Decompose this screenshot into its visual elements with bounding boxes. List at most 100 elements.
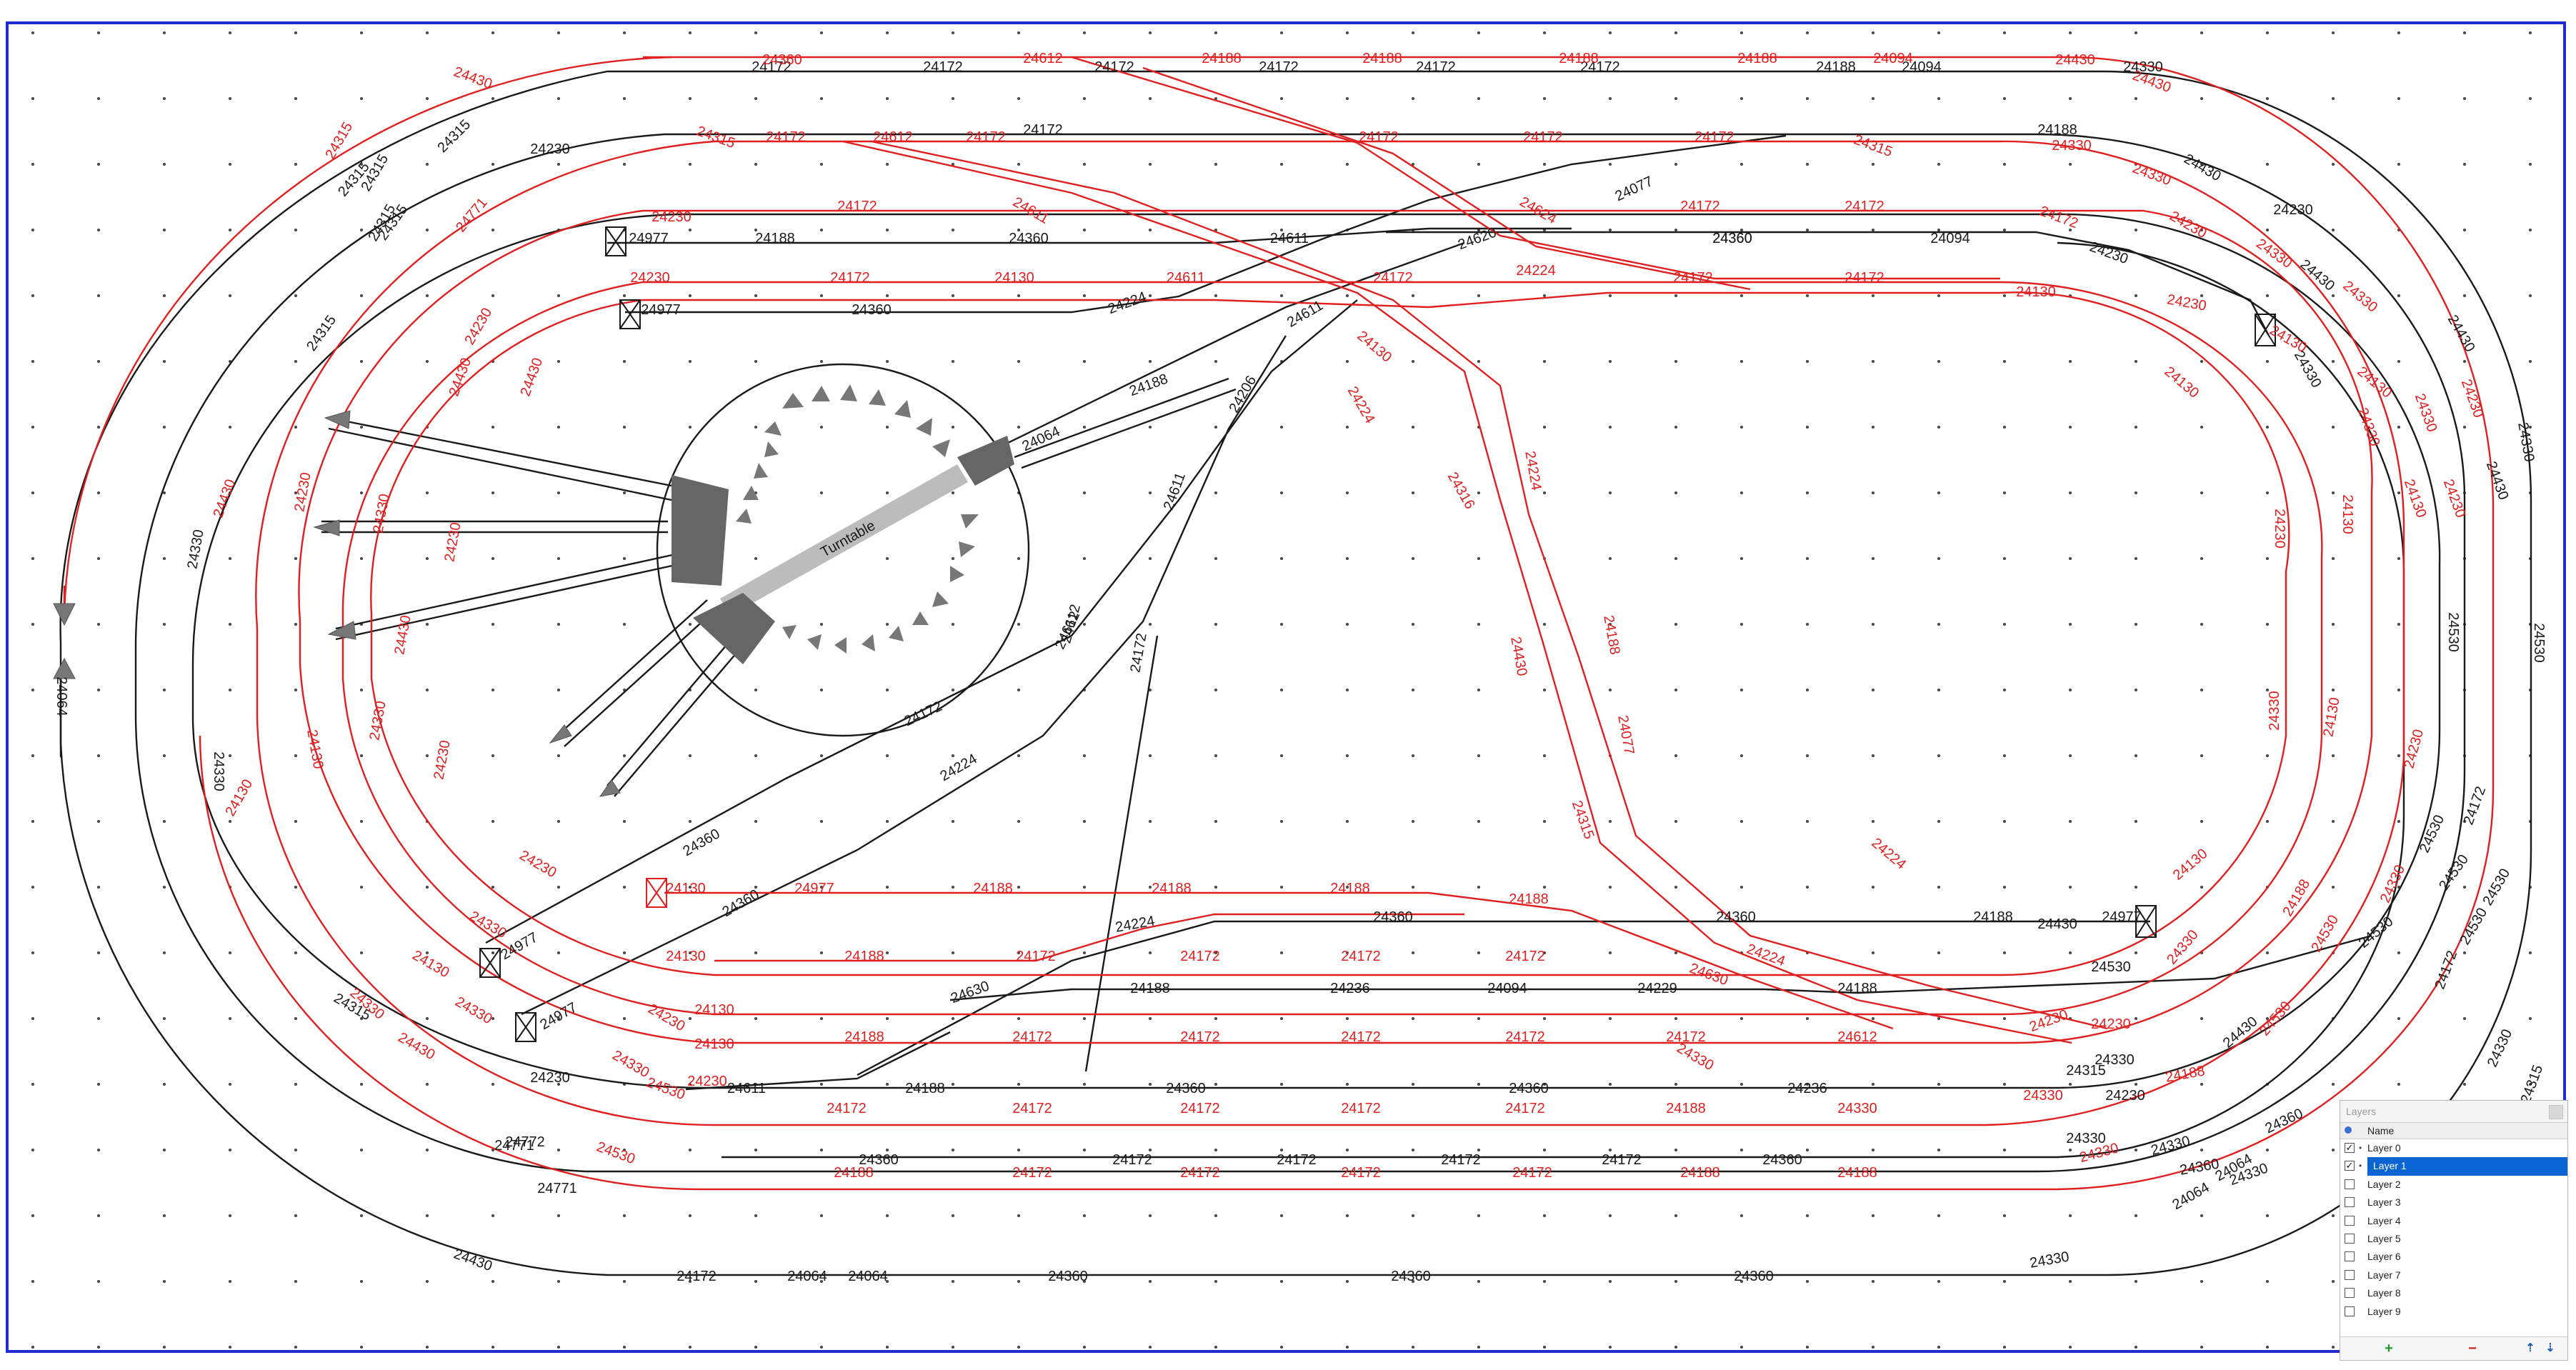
track-layout-canvas[interactable]: Turntable 24172 24172 24172 24172 24172 24172…: [0, 0, 2576, 1370]
track-section-label: 24224: [1516, 263, 1556, 279]
layer-visibility-checkbox[interactable]: [2345, 1288, 2355, 1299]
track-section-label: 24172: [1180, 949, 1220, 964]
track-section-label: 24172: [1016, 949, 1056, 964]
track-section-label: 24130: [694, 1036, 734, 1052]
track-section-label: 24172: [1673, 270, 1713, 286]
layer-visibility-checkbox[interactable]: [2345, 1251, 2355, 1262]
track-section-label: 24771: [537, 1181, 577, 1196]
layer-visibility-checkbox[interactable]: [2345, 1269, 2355, 1280]
track-section-label: 24230: [652, 209, 692, 225]
track-section-label: 24094: [1487, 981, 1527, 996]
layers-panel[interactable]: Layers Name ✓ • Layer 0 ✓ • Layer 1 Layer 2 Lay…: [2340, 1100, 2568, 1361]
track-section-label: 24172: [1373, 270, 1413, 286]
track-section-label: 24188: [973, 881, 1013, 896]
track-section-label: 24172: [1112, 1152, 1152, 1168]
layer-row[interactable]: Layer 6: [2340, 1248, 2567, 1266]
track-section-label: 24530: [2445, 612, 2461, 652]
layer-name: Layer 7: [2367, 1269, 2401, 1281]
track-section-label: 24130: [666, 881, 706, 896]
track-section-label: 24172: [1180, 1165, 1220, 1181]
track-section-label: 24188: [844, 949, 884, 964]
layer-name: Layer 2: [2367, 1178, 2401, 1190]
track-section-label: 24977: [2102, 909, 2142, 925]
track-section-label: 24188: [844, 1029, 884, 1045]
track-section-label: 24771: [494, 1138, 534, 1154]
track-section-label: 24172: [1180, 1101, 1220, 1116]
layer-visibility-checkbox[interactable]: [2345, 1197, 2355, 1208]
track-section-label: 24612: [873, 129, 913, 145]
track-section-label: 24230: [2273, 202, 2313, 218]
track-section-label: 24172: [1844, 270, 1884, 286]
layer-visibility-checkbox[interactable]: ✓: [2345, 1161, 2355, 1171]
layers-list: ✓ • Layer 0 ✓ • Layer 1 Layer 2 Layer 3 Layer 4 L…: [2340, 1139, 2567, 1321]
panel-close-icon[interactable]: [2549, 1105, 2563, 1119]
track-section-label: 24977: [794, 881, 834, 896]
layer-row[interactable]: Layer 5: [2340, 1230, 2567, 1248]
track-section-label: 24230: [630, 270, 670, 286]
remove-layer-button[interactable]: −: [2465, 1341, 2480, 1356]
layer-row[interactable]: ✓ • Layer 1: [2340, 1157, 2567, 1176]
track-section-label: 24172: [837, 199, 877, 214]
layer-visibility-checkbox[interactable]: [2345, 1306, 2355, 1316]
layers-title-text: Layers: [2346, 1106, 2377, 1117]
track-section-label: 24172: [1602, 1152, 1642, 1168]
track-section-label: 24360: [1048, 1269, 1088, 1284]
track-section-label: 24172: [830, 270, 870, 286]
layer-row[interactable]: Layer 7: [2340, 1266, 2567, 1284]
track-section-label: 24330: [211, 751, 226, 791]
track-section-label: 24188: [1559, 51, 1599, 66]
layer-visibility-checkbox[interactable]: ✓: [2345, 1143, 2355, 1153]
track-section-label: 24172: [1694, 129, 1734, 145]
track-section-label: 24612: [1023, 51, 1063, 66]
add-layer-button[interactable]: +: [2382, 1341, 2396, 1356]
track-section-label: 24612: [1837, 1029, 1877, 1045]
track-section-label: 24230: [530, 141, 570, 157]
track-section-label: 24977: [629, 231, 669, 246]
layer-visibility-checkbox[interactable]: [2345, 1215, 2355, 1226]
track-section-label: 24236: [1787, 1081, 1827, 1096]
move-layer-up-button[interactable]: ⇡: [2523, 1341, 2537, 1356]
track-section-label: 24172: [677, 1269, 717, 1284]
layer-row[interactable]: ✓ • Layer 0: [2340, 1139, 2567, 1157]
track-section-label: 24360: [1509, 1081, 1549, 1096]
track-section-label: 24172: [1416, 59, 1456, 75]
track-section-label: 24611: [727, 1081, 766, 1096]
track-section-label: 24977: [641, 302, 681, 318]
track-section-label: 24172: [1441, 1152, 1481, 1168]
track-section-label: 24172: [1012, 1165, 1052, 1181]
track-section-label: 24188: [1152, 881, 1192, 896]
layer-visibility-checkbox[interactable]: [2345, 1179, 2355, 1189]
layer-row[interactable]: Layer 2: [2340, 1176, 2567, 1194]
track-section-label: 24172: [1012, 1101, 1052, 1116]
layer-active-dot-icon: •: [2359, 1161, 2362, 1171]
track-section-label: 24064: [54, 676, 69, 716]
turntable-stalls-left: [672, 475, 729, 586]
track-section-label: 24230: [530, 1070, 570, 1086]
track-section-label: 24172: [1505, 1101, 1545, 1116]
layer-row[interactable]: Layer 8: [2340, 1284, 2567, 1302]
track-section-label: 24172: [1259, 59, 1299, 75]
layer-row[interactable]: Layer 3: [2340, 1194, 2567, 1211]
layer-row[interactable]: Layer 4: [2340, 1212, 2567, 1230]
track-section-label: 24188: [905, 1081, 945, 1096]
track-section-label: 24430: [2037, 916, 2077, 932]
track-section-label: 24611: [1270, 231, 1309, 246]
track-section-label: 24230: [687, 1074, 727, 1089]
track-section-label: 24172: [1277, 1152, 1317, 1168]
track-section-label: 24330: [2023, 1088, 2063, 1104]
track-section-label: 24172: [1359, 129, 1399, 145]
track-section-label: 24360: [1762, 1152, 1802, 1168]
track-section-label: 24530: [2531, 623, 2547, 663]
track-section-label: 24172: [1341, 1101, 1381, 1116]
track-section-label: 24188: [834, 1165, 874, 1181]
layer-name: Layer 4: [2367, 1214, 2401, 1226]
track-section-label: 24172: [1341, 1165, 1381, 1181]
track-section-label: 24360: [1716, 909, 1756, 925]
layer-name: Layer 8: [2367, 1287, 2401, 1299]
move-layer-down-button[interactable]: ⇣: [2543, 1341, 2557, 1356]
layer-row[interactable]: Layer 9: [2340, 1303, 2567, 1321]
track-section-label: 24172: [1180, 1029, 1220, 1045]
track-section-label: 24064: [787, 1269, 827, 1284]
layer-visibility-checkbox[interactable]: [2345, 1233, 2355, 1244]
track-section-label: 24611: [1167, 270, 1205, 286]
